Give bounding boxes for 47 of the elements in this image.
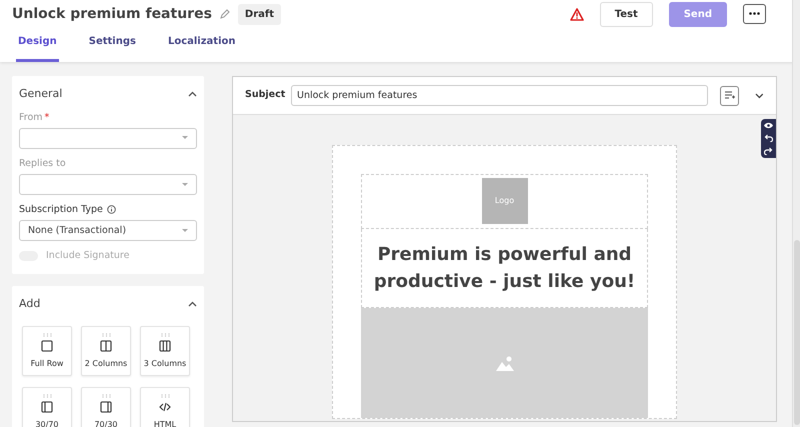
- more-button[interactable]: [743, 4, 766, 24]
- info-icon[interactable]: [106, 204, 116, 214]
- layout-block[interactable]: 70/30: [81, 387, 131, 427]
- right-sidebar-column-icon: [100, 400, 112, 412]
- full-row-icon: [41, 340, 53, 352]
- subject-label: Subject: [245, 88, 283, 102]
- select-field[interactable]: [19, 174, 197, 195]
- header-button[interactable]: Test: [600, 2, 653, 26]
- select-field[interactable]: [19, 128, 197, 149]
- collapse-icon[interactable]: [188, 300, 197, 307]
- required-mark: *: [44, 112, 50, 122]
- two-column-icon: [100, 340, 112, 352]
- status-badge: Draft: [238, 4, 282, 24]
- left-sidebar-column-icon: [41, 400, 53, 412]
- warning-icon: [570, 8, 584, 20]
- code-icon: [159, 400, 171, 412]
- panel-title: Add: [19, 296, 40, 312]
- tab[interactable]: Localization: [166, 28, 238, 62]
- redo-icon[interactable]: [764, 147, 773, 155]
- layout-block[interactable]: 2 Columns: [81, 326, 131, 376]
- personalize-button[interactable]: [720, 86, 740, 106]
- chevron-down-icon[interactable]: [755, 92, 764, 98]
- subject-field[interactable]: Unlock premium features: [291, 85, 708, 106]
- tab[interactable]: Design: [16, 28, 59, 62]
- three-column-icon: [159, 340, 171, 352]
- toggle-label: Include Signature: [46, 249, 130, 264]
- panel-title: General: [19, 86, 62, 102]
- field-label: Replies to: [19, 158, 66, 169]
- list-add-icon: [724, 91, 735, 100]
- caret-icon: [182, 136, 188, 140]
- select-field[interactable]: None (Transactional): [19, 220, 197, 242]
- undo-icon[interactable]: [764, 134, 773, 142]
- layout-block[interactable]: HTML: [140, 387, 190, 427]
- tab[interactable]: Settings: [86, 28, 138, 62]
- campaign-title: Unlock premium features: [12, 4, 212, 24]
- caret-icon: [182, 228, 188, 233]
- layout-block[interactable]: Full Row: [22, 326, 72, 376]
- layout-block[interactable]: 30/70: [22, 387, 72, 427]
- field-label: Subscription Type: [19, 204, 103, 215]
- pencil-icon[interactable]: [220, 9, 230, 19]
- field-label: From: [19, 112, 43, 122]
- more-icon: [749, 12, 760, 15]
- collapse-icon[interactable]: [188, 91, 197, 98]
- caret-icon: [182, 182, 188, 186]
- layout-block[interactable]: 3 Columns: [140, 326, 190, 376]
- image-icon: [496, 355, 514, 371]
- eye-icon[interactable]: [764, 122, 773, 129]
